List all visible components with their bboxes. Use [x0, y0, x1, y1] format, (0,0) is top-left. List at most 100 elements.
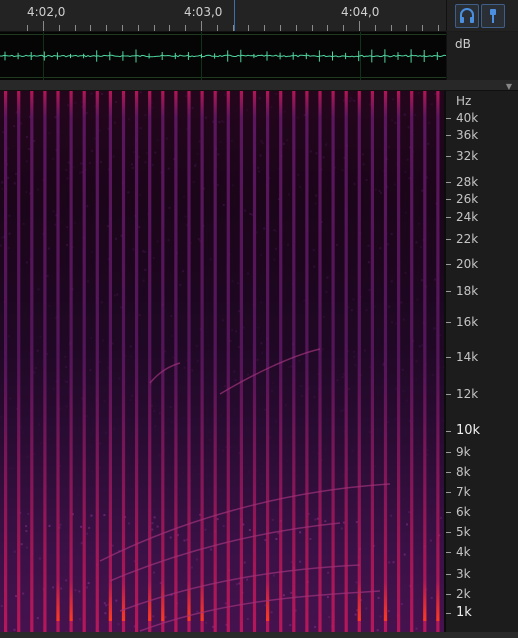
spectral-noise	[11, 466, 14, 469]
transient-stripe	[69, 91, 73, 632]
transient-stripe	[239, 91, 243, 632]
spectral-noise	[439, 334, 442, 337]
time-label-4-04: 4:04,0	[341, 5, 380, 19]
spectral-noise	[0, 244, 2, 247]
ruler-tick	[375, 25, 376, 31]
spectral-noise	[433, 327, 436, 330]
spectral-noise	[256, 358, 259, 361]
spectral-noise	[391, 321, 394, 324]
spectral-noise	[300, 385, 303, 388]
freq-label-6k: 6k	[456, 505, 471, 519]
spectral-noise	[282, 142, 285, 145]
spectral-noise	[290, 591, 293, 594]
spectral-noise	[170, 315, 173, 318]
spectral-noise	[116, 293, 119, 296]
spectral-noise	[275, 247, 277, 250]
spectral-noise	[406, 523, 408, 526]
spectral-noise	[237, 282, 240, 285]
marker-button[interactable]	[481, 4, 505, 28]
panel-divider[interactable]: ▼	[0, 80, 518, 91]
spectral-noise	[387, 243, 390, 246]
spectral-noise	[303, 299, 306, 302]
spectral-noise	[25, 525, 28, 528]
spectral-noise	[165, 137, 168, 140]
spectral-noise	[328, 616, 331, 619]
spectral-noise	[37, 188, 39, 191]
spectral-noise	[401, 368, 404, 371]
spectral-noise	[388, 305, 391, 308]
freq-label-36k: 36k	[456, 128, 479, 142]
spectral-noise	[139, 127, 142, 130]
horizontal-scrollbar[interactable]	[0, 632, 518, 638]
spectral-noise	[208, 438, 211, 441]
spectral-noise	[234, 379, 237, 382]
chevron-down-icon[interactable]: ▼	[506, 82, 512, 91]
spectral-noise	[20, 543, 23, 546]
spectral-noise	[355, 521, 358, 524]
spectral-noise	[37, 288, 40, 291]
spectral-noise	[7, 176, 10, 179]
spectral-noise	[394, 418, 397, 421]
spectral-noise	[361, 153, 364, 156]
spectral-noise	[350, 97, 353, 100]
frequency-tick	[446, 291, 451, 292]
spectral-noise	[171, 335, 174, 338]
freq-label-10k: 10k	[456, 423, 481, 438]
transient-stripe	[226, 91, 230, 632]
playhead[interactable]	[234, 0, 235, 31]
freq-label-32k: 32k	[456, 149, 479, 163]
spectral-noise	[285, 404, 287, 407]
spectral-noise	[73, 222, 76, 225]
spectral-noise	[46, 274, 49, 277]
spectral-noise	[194, 165, 197, 168]
spectral-noise	[90, 514, 93, 517]
spectral-noise	[217, 184, 219, 187]
spectral-noise	[287, 243, 290, 246]
waveform-view[interactable]	[0, 32, 446, 81]
time-label-4-02: 4:02,0	[27, 5, 66, 19]
spectral-frequency-display[interactable]	[0, 91, 444, 632]
spectral-noise	[403, 553, 406, 556]
spectral-noise	[243, 561, 246, 564]
monitor-button[interactable]	[455, 4, 479, 28]
spectral-noise	[326, 596, 329, 599]
spectral-noise	[324, 448, 327, 451]
freq-label-18k: 18k	[456, 284, 479, 298]
spectral-noise	[139, 91, 142, 94]
spectral-noise	[416, 298, 419, 301]
spectral-noise	[183, 195, 186, 198]
ruler-tick	[201, 21, 202, 31]
spectral-noise	[299, 560, 302, 563]
spectral-noise	[25, 160, 28, 163]
spectral-noise	[392, 561, 395, 564]
spectral-noise	[260, 301, 263, 304]
frequency-tick	[446, 264, 451, 265]
spectral-noise	[66, 244, 69, 246]
spectral-noise	[264, 462, 267, 465]
spectral-noise	[340, 410, 343, 412]
spectral-noise	[394, 121, 397, 124]
transient-stripe	[187, 91, 191, 632]
spectral-noise	[429, 510, 432, 513]
spectral-noise	[183, 539, 186, 542]
ruler-tick	[185, 25, 186, 31]
transient-stripe	[213, 91, 217, 632]
spectral-noise	[90, 336, 93, 339]
spectral-noise	[231, 329, 234, 332]
timeline-ruler[interactable]: 4:02,0 4:03,0 4:04,0	[0, 0, 446, 32]
spectral-noise	[144, 161, 147, 164]
spectral-noise	[85, 415, 88, 418]
spectral-noise	[86, 586, 88, 589]
spectral-noise	[354, 613, 357, 616]
frequency-tick	[446, 574, 451, 575]
freq-label-2k: 2k	[456, 587, 471, 601]
spectral-noise	[103, 400, 106, 403]
spectral-noise	[393, 183, 396, 186]
spectral-noise	[230, 139, 233, 142]
spectral-noise	[144, 250, 147, 253]
spectral-noise	[404, 271, 407, 274]
freq-label-9k: 9k	[456, 445, 471, 459]
spectral-noise	[197, 238, 200, 240]
time-label-4-03: 4:03,0	[184, 5, 223, 19]
spectral-noise	[86, 205, 89, 208]
